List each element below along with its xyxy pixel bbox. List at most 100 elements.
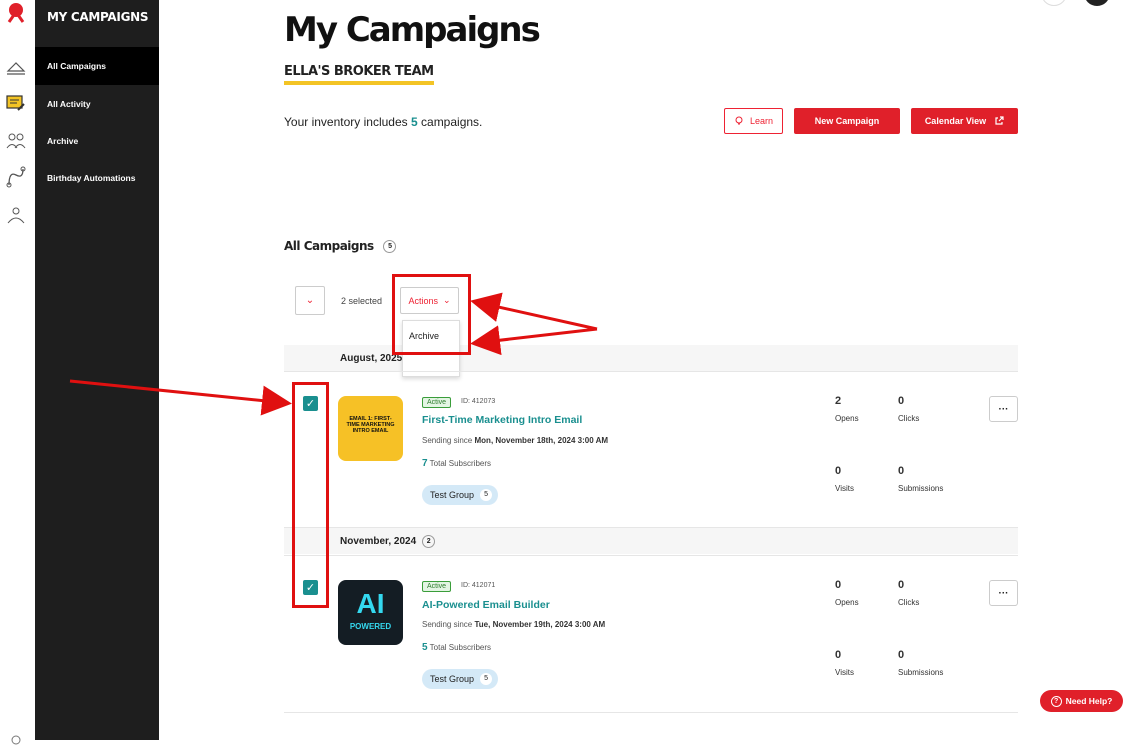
tag-label: Test Group [430,490,475,500]
tag-count: 5 [480,489,493,501]
team-icon[interactable] [4,203,28,227]
sidebar-item-all-activity[interactable]: All Activity [35,85,159,123]
submissions-label: Submissions [898,668,944,677]
campaigns-icon[interactable] [4,55,28,79]
main-content: My Campaigns ELLA'S BROKER TEAM Your inv… [159,0,1129,740]
inventory-count: 5 [410,115,418,129]
icon-rail [0,0,35,745]
group-count: 2 [422,534,436,548]
ellipsis-icon: ··· [998,587,1009,599]
campaign-name[interactable]: First-Time Marketing Intro Email [422,414,582,426]
clicks-label: Clicks [898,414,920,423]
subscriber-label: Total Subscribers [429,643,491,652]
status-badge: Active [422,581,452,592]
help-icon: ? [1050,695,1062,707]
lightbulb-icon [735,116,743,125]
inventory-suffix: campaigns. [421,115,483,129]
row-divider [284,371,1018,372]
row-divider [284,712,1018,713]
subscribers: 7 Total Subscribers [422,458,491,469]
avatar[interactable] [1084,0,1110,6]
notifications-icon[interactable] [1041,0,1067,6]
opens-label: Opens [835,598,859,607]
group-header: November, 2024 2 [284,528,1018,554]
clicks-stat: 0 Clicks [898,579,919,607]
select-dropdown-button[interactable]: ⌄ [295,286,325,315]
all-campaigns-label: All Campaigns [284,239,374,253]
people-icon[interactable] [4,128,28,152]
submissions-stat: 0 Submissions [898,465,943,493]
opens-label: Opens [835,414,859,423]
thumbnail-text-ai: AI [356,588,385,619]
more-options-button[interactable]: ··· [989,580,1018,606]
visits-value: 0 [835,649,842,661]
new-campaign-button[interactable]: New Campaign [794,108,900,134]
learn-label: Learn [749,116,774,126]
subscriber-count: 7 [422,458,428,469]
sidebar-item-birthday-automations[interactable]: Birthday Automations [35,159,159,197]
clicks-value: 0 [898,395,905,407]
brand-logo-icon[interactable] [5,2,27,24]
group-tag[interactable]: Test Group 5 [422,485,499,505]
page-title: My Campaigns [284,10,541,50]
campaign-thumbnail[interactable]: EMAIL 1: FIRST-TIME MARKETING INTRO EMAI… [338,396,403,461]
team-name: ELLA'S BROKER TEAM [284,64,434,85]
submissions-value: 0 [898,649,905,661]
calendar-view-button[interactable]: Calendar View [911,108,1018,134]
visits-stat: 0 Visits [835,649,854,677]
clicks-label: Clicks [898,598,920,607]
campaign-id: ID: 412071 [461,582,496,589]
all-campaigns-heading: All Campaigns 5 [284,239,397,253]
opens-stat: 0 Opens [835,579,859,607]
settings-icon[interactable] [4,728,28,752]
sending-prefix: Sending since [422,620,473,629]
group-label: November, 2024 [340,535,417,547]
sending-date: Mon, November 18th, 2024 3:00 AM [474,436,609,445]
sending-since: Sending since Mon, November 18th, 2024 3… [422,436,608,445]
help-label: Need Help? [1065,696,1113,706]
sending-date: Tue, November 19th, 2024 3:00 AM [474,620,606,629]
sidebar-item-archive[interactable]: Archive [35,122,159,160]
campaign-thumbnail[interactable]: AI POWERED [338,580,403,645]
thumbnail-text: EMAIL 1: FIRST-TIME MARKETING INTRO EMAI… [346,416,395,434]
ellipsis-icon: ··· [998,403,1009,415]
status-badge: Active [422,397,452,408]
clicks-stat: 0 Clicks [898,395,919,423]
annotation-box-actions [392,274,471,355]
submissions-stat: 0 Submissions [898,649,943,677]
inventory-summary: Your inventory includes 5 campaigns. [284,115,482,129]
opens-value: 0 [835,579,842,591]
opens-value: 2 [835,395,842,407]
automation-icon[interactable] [4,165,28,189]
subscriber-label: Total Subscribers [429,459,491,468]
sidebar-item-all-campaigns[interactable]: All Campaigns [35,47,159,85]
sending-prefix: Sending since [422,436,473,445]
tag-count: 5 [480,673,493,685]
group-tag[interactable]: Test Group 5 [422,669,499,689]
tag-label: Test Group [430,674,475,684]
activity-icon[interactable] [4,92,28,116]
visits-label: Visits [835,668,854,677]
sidebar-title: MY CAMPAIGNS [47,10,149,24]
inventory-prefix: Your inventory includes [284,115,408,129]
visits-value: 0 [835,465,842,477]
calendar-view-label: Calendar View [924,116,987,126]
sidebar: MY CAMPAIGNS All Campaigns All Activity … [35,0,159,740]
subscriber-count: 5 [422,642,428,653]
external-link-icon [995,116,1004,125]
thumbnail-text-powered: POWERED [349,622,392,631]
row-divider [284,555,1018,556]
learn-button[interactable]: Learn [724,108,783,134]
help-button[interactable]: ? Need Help? [1040,690,1123,712]
clicks-value: 0 [898,579,905,591]
more-options-button[interactable]: ··· [989,396,1018,422]
chevron-down-icon: ⌄ [305,295,315,306]
submissions-value: 0 [898,465,905,477]
visits-label: Visits [835,484,854,493]
opens-stat: 2 Opens [835,395,859,423]
all-campaigns-count: 5 [383,240,397,253]
annotation-box-checkboxes [292,382,329,608]
campaign-name[interactable]: AI-Powered Email Builder [422,599,550,611]
visits-stat: 0 Visits [835,465,854,493]
selected-count: 2 selected [341,296,383,306]
